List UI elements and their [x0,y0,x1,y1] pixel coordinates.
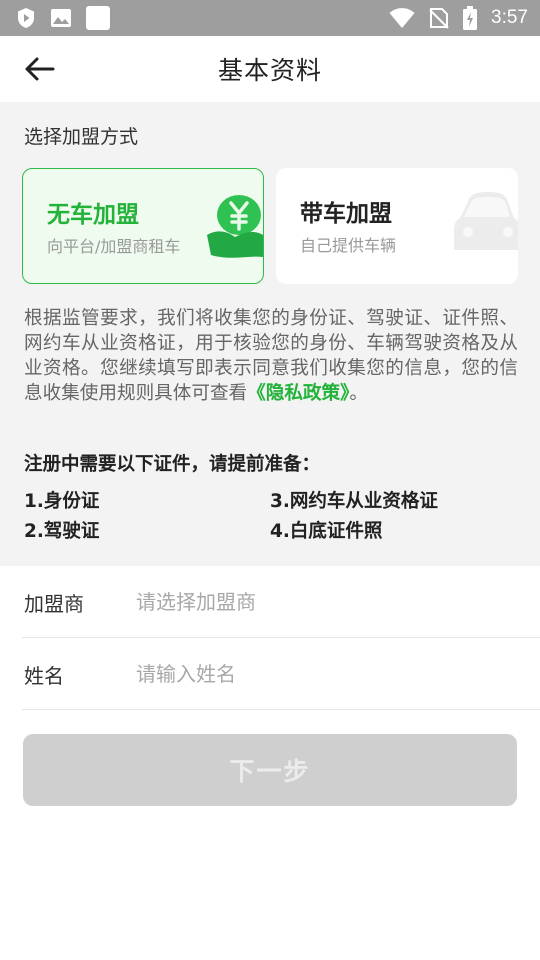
yen-hand-icon [207,195,263,258]
requirement-item: 2.驾驶证 [24,521,100,542]
car-icon [454,192,518,250]
app-bar: 基本资料 [0,36,540,102]
arrow-left-icon [25,57,55,81]
name-label: 姓名 [24,664,64,688]
requirement-item: 1.身份证 [24,491,100,512]
shield-icon [18,8,34,28]
join-info-panel: 选择加盟方式 无车加盟 向平台/加盟商租车 带车加盟 自己提供车辆 根据监管要求… [0,102,540,566]
next-step-button[interactable]: 下一步 [23,734,517,806]
merchant-label: 加盟商 [24,592,84,616]
merchant-select[interactable] [136,580,516,624]
requirements-title: 注册中需要以下证件，请提前准备： [24,454,321,475]
wifi-icon [389,8,415,28]
join-option-title: 带车加盟 [300,201,392,227]
join-option-no-car[interactable]: 无车加盟 向平台/加盟商租车 [22,168,264,284]
privacy-notice: 根据监管要求，我们将收集您的身份证、驾驶证、证件照、网约车从业资格证，用于核验您… [24,306,518,406]
back-button[interactable] [22,53,56,85]
status-time: 3:57 [491,7,528,28]
privacy-notice-suffix: 。 [349,383,369,404]
join-method-label: 选择加盟方式 [24,126,139,148]
status-bar: 3:57 [0,0,540,36]
privacy-policy-link[interactable]: 《隐私政策》 [247,383,349,404]
name-row: 姓名 [22,638,540,710]
join-option-title: 无车加盟 [47,202,139,228]
merchant-row: 加盟商 [22,566,540,638]
join-option-subtitle: 自己提供车辆 [300,236,397,255]
image-icon [51,9,71,27]
join-option-with-car[interactable]: 带车加盟 自己提供车辆 [276,168,518,284]
page-title: 基本资料 [217,56,322,85]
requirement-item: 3.网约车从业资格证 [270,491,438,512]
requirement-item: 4.白底证件照 [270,521,383,542]
app-icon [86,6,110,30]
no-sim-icon [429,8,449,29]
name-input[interactable] [136,652,516,696]
battery-icon [463,6,478,30]
join-option-subtitle: 向平台/加盟商租车 [47,237,181,256]
